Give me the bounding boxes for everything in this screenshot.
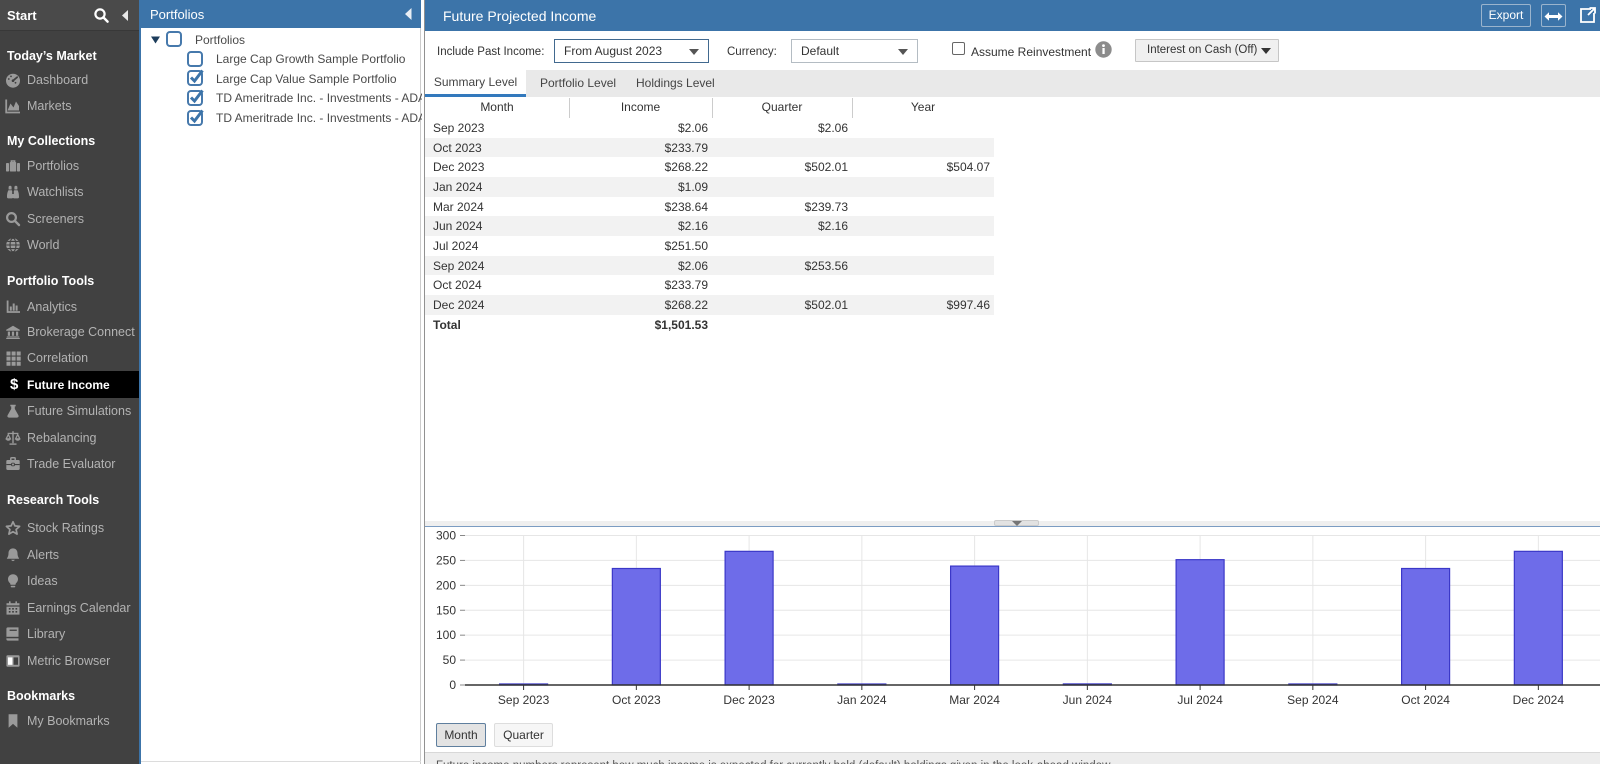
svg-text:250: 250 [436,553,456,567]
svg-text:100: 100 [436,628,456,642]
svg-text:Jan 2024: Jan 2024 [837,693,887,707]
svg-text:Jun 2024: Jun 2024 [1063,693,1113,707]
svg-text:Mar 2024: Mar 2024 [949,693,1000,707]
svg-text:Jul 2024: Jul 2024 [1177,693,1223,707]
svg-text:Dec 2024: Dec 2024 [1513,693,1565,707]
svg-text:0: 0 [449,678,456,692]
svg-text:Oct 2024: Oct 2024 [1401,693,1450,707]
svg-text:150: 150 [436,603,456,617]
svg-text:Sep 2024: Sep 2024 [1287,693,1339,707]
svg-text:Sep 2023: Sep 2023 [498,693,550,707]
svg-text:50: 50 [443,653,457,667]
svg-text:200: 200 [436,578,456,592]
svg-text:Oct 2023: Oct 2023 [612,693,661,707]
svg-text:300: 300 [436,529,456,543]
svg-text:Dec 2023: Dec 2023 [723,693,775,707]
